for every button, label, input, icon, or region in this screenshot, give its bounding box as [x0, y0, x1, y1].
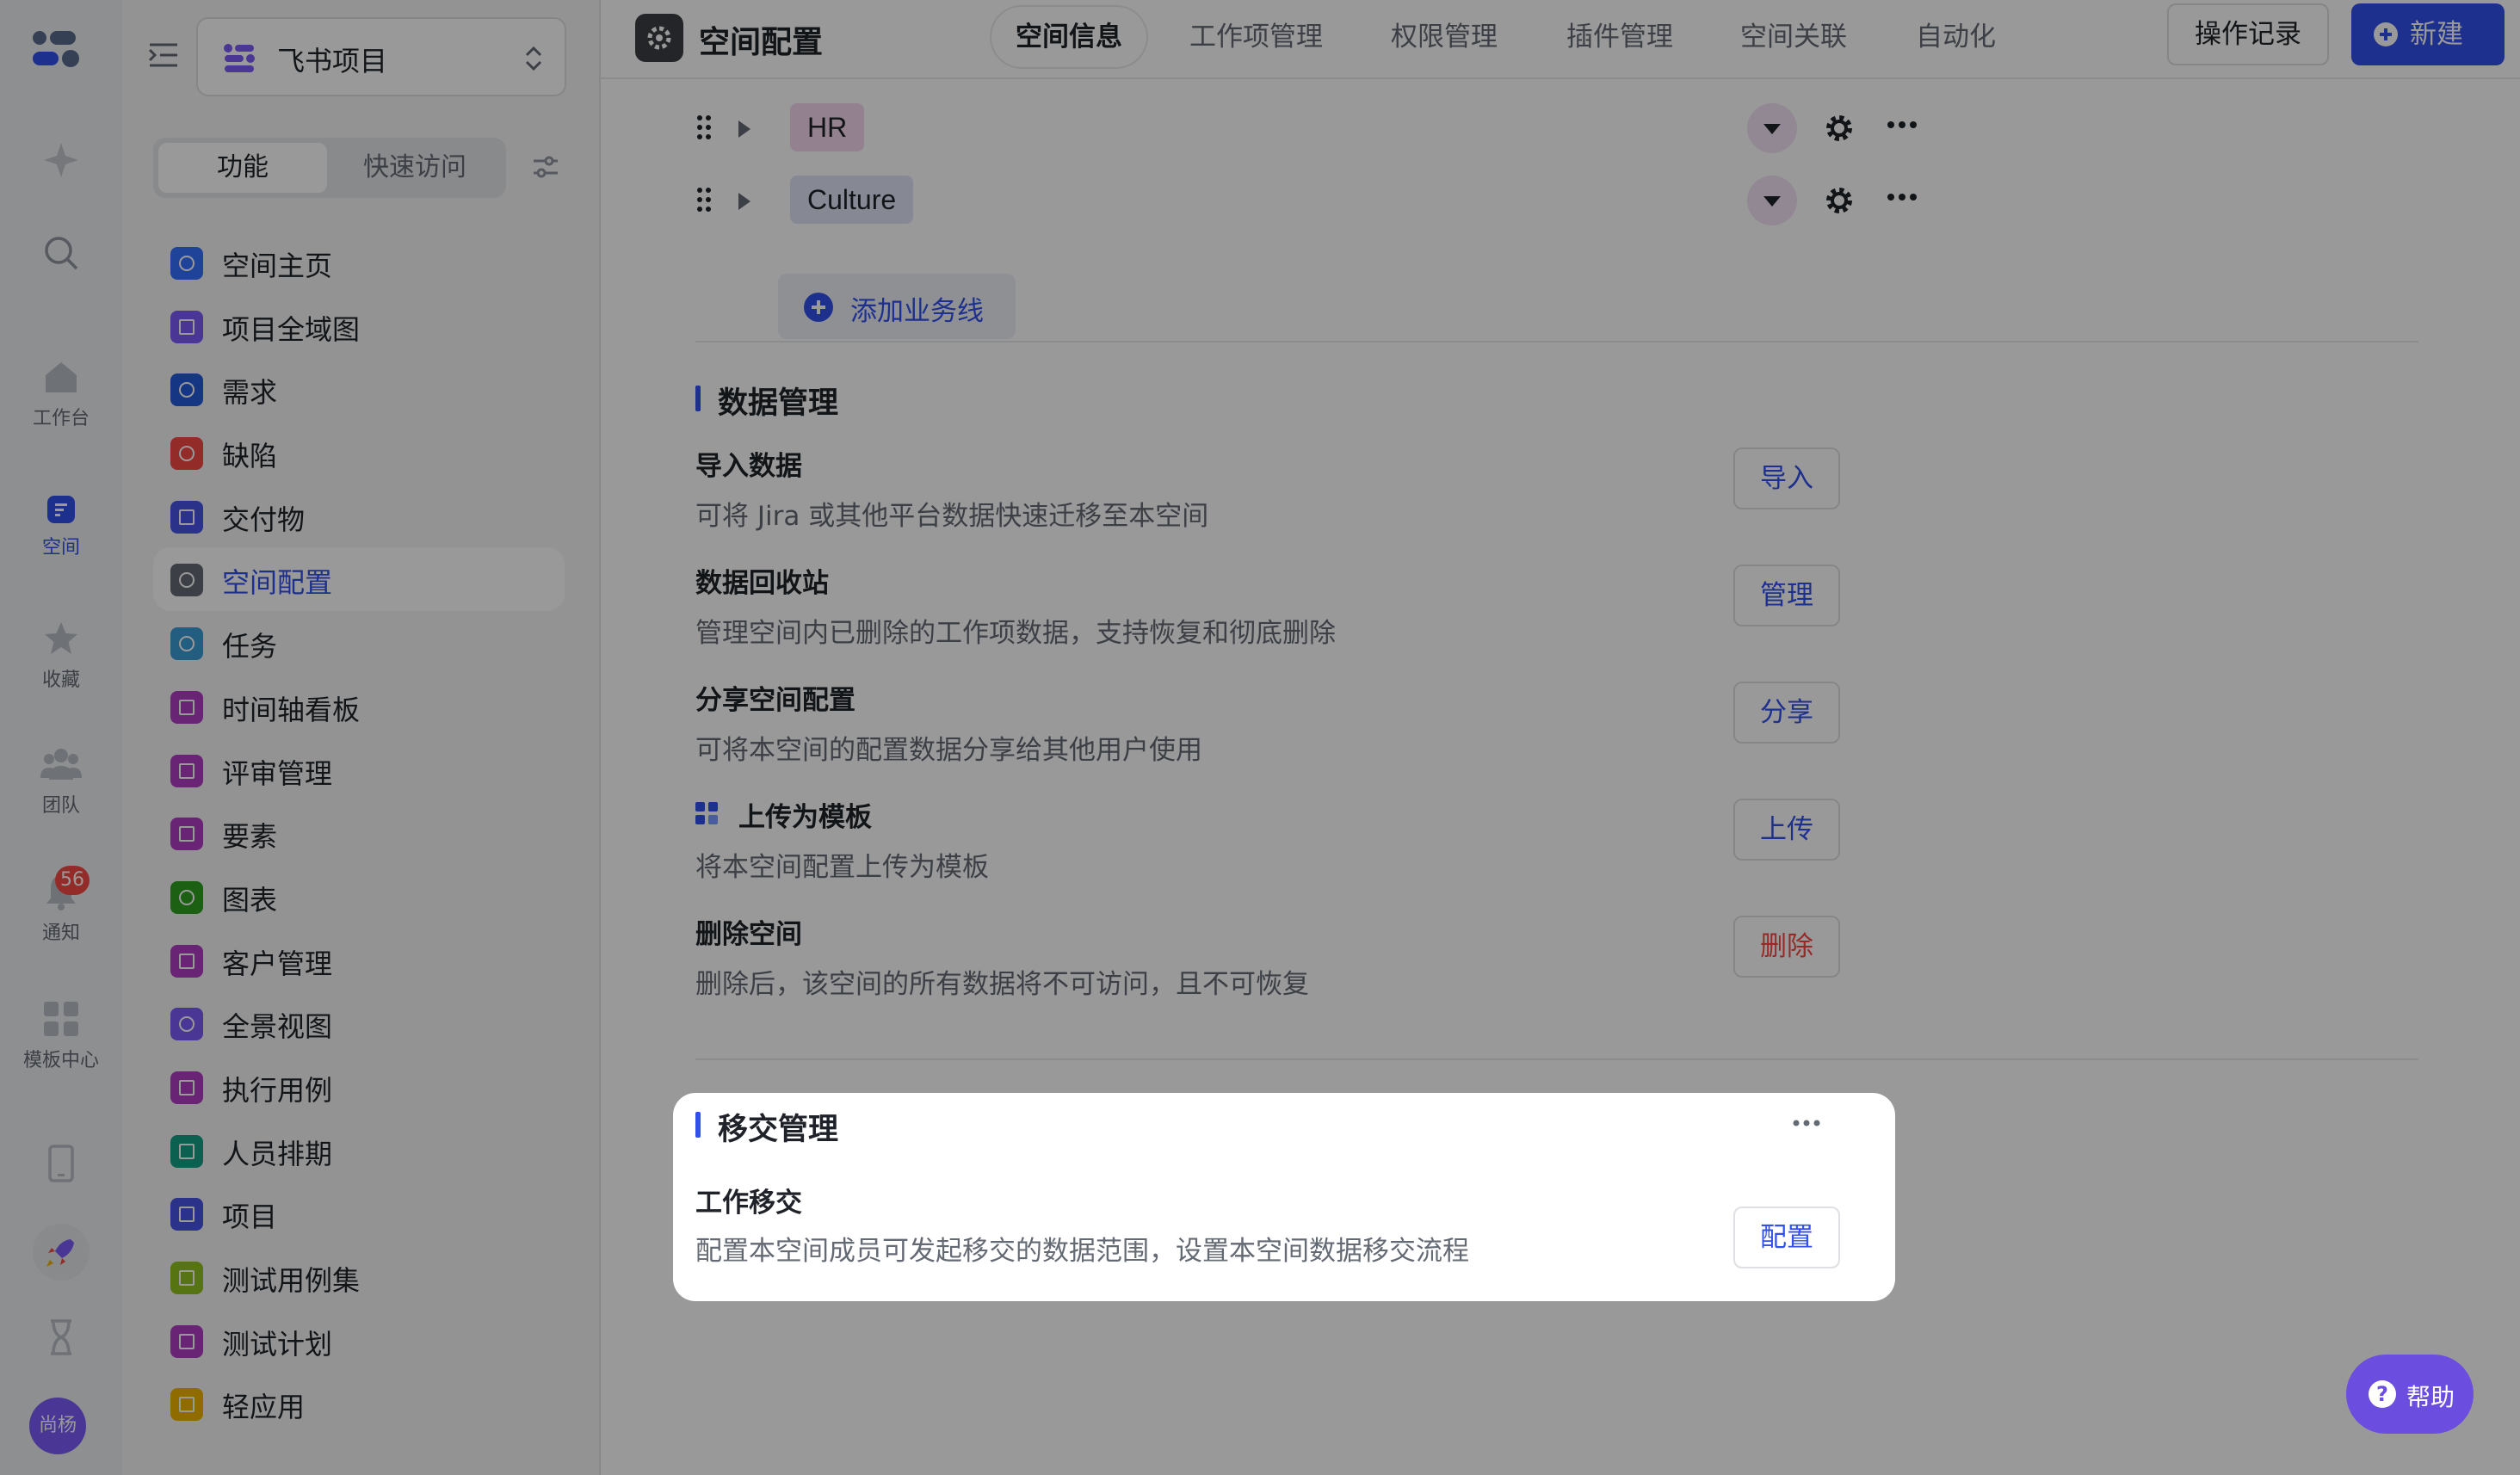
- row-title-work-transfer: 工作移交: [695, 1188, 802, 1219]
- row-desc-work-transfer: 配置本空间成员可发起移交的数据范围，设置本空间数据移交流程: [695, 1236, 1469, 1267]
- transfer-mgmt-card: 移交管理 工作移交 配置本空间成员可发起移交的数据范围，设置本空间数据移交流程 …: [673, 1093, 1895, 1301]
- help-label: 帮助: [2406, 1383, 2455, 1411]
- help-button[interactable]: ? 帮助: [2346, 1355, 2474, 1434]
- section-title-transfer-mgmt: 移交管理: [695, 1105, 838, 1149]
- question-icon: ?: [2369, 1380, 2396, 1408]
- configure-button[interactable]: 配置: [1733, 1207, 1840, 1268]
- more-icon[interactable]: [1792, 1119, 1821, 1127]
